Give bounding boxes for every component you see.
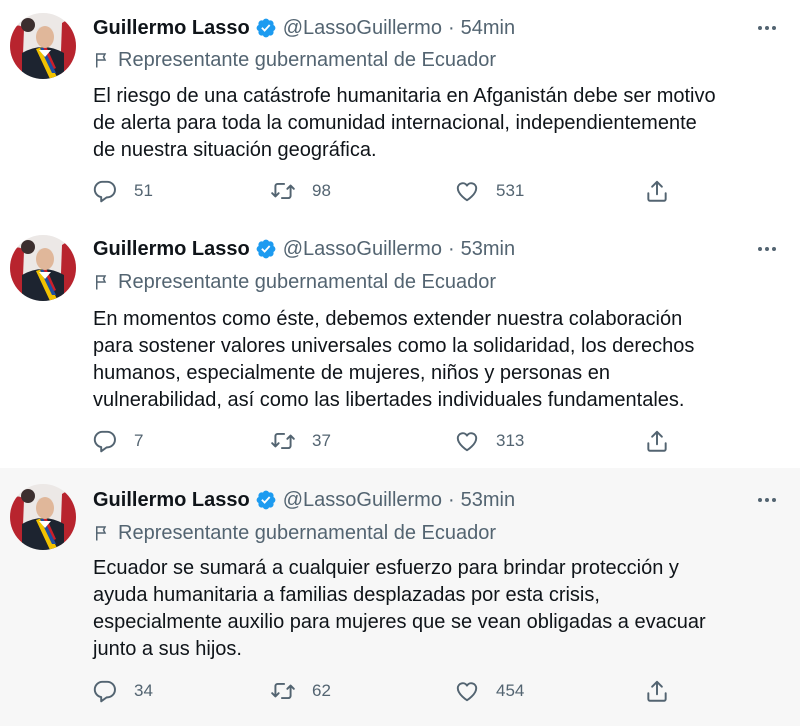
tweet-text-line: de nuestra situación geográfica. <box>93 139 377 161</box>
verified-badge-icon <box>255 17 277 39</box>
like-button[interactable]: 313 <box>454 426 524 456</box>
retweet-icon <box>270 178 296 204</box>
display-name[interactable]: Guillermo Lasso <box>93 238 250 261</box>
account-label-text: Representante gubernamental de Ecuador <box>118 521 497 544</box>
tweet-text-line: humanos, especialmente de mujeres, niños… <box>93 362 610 384</box>
share-icon <box>644 678 670 704</box>
share-button[interactable] <box>644 176 686 206</box>
share-button[interactable] <box>644 426 686 456</box>
user-handle[interactable]: @LassoGuillermo <box>283 238 442 261</box>
more-button[interactable] <box>754 14 780 42</box>
user-handle[interactable]: @LassoGuillermo <box>283 17 442 40</box>
more-button[interactable] <box>754 486 780 514</box>
tweet-actions: 51 98 531 <box>92 176 692 206</box>
share-button[interactable] <box>644 676 686 706</box>
flag-icon <box>93 273 111 291</box>
tweet-text-line: especialmente auxilio para mujeres que s… <box>93 611 706 633</box>
more-button[interactable] <box>754 235 780 263</box>
reply-count: 34 <box>134 681 153 700</box>
account-label[interactable]: Representante gubernamental de Ecuador <box>93 269 496 295</box>
flag-icon <box>93 524 111 542</box>
more-icon <box>755 488 779 512</box>
more-icon <box>755 16 779 40</box>
retweet-count: 37 <box>312 431 331 450</box>
tweet-header: Guillermo Lasso @LassoGuillermo · 53min <box>93 235 515 263</box>
reply-icon <box>92 178 118 204</box>
heart-icon <box>454 178 480 204</box>
tweet-text-line: En momentos como éste, debemos extender … <box>93 308 683 330</box>
timestamp[interactable]: 53min <box>461 238 515 261</box>
reply-button[interactable]: 34 <box>92 676 153 706</box>
like-count: 313 <box>496 431 525 450</box>
tweet-text: El riesgo de una catástrofe humanitaria … <box>93 83 773 164</box>
display-name[interactable]: Guillermo Lasso <box>93 17 250 40</box>
like-count: 454 <box>496 681 525 700</box>
display-name[interactable]: Guillermo Lasso <box>93 489 250 512</box>
account-label-text: Representante gubernamental de Ecuador <box>118 48 497 71</box>
avatar[interactable] <box>10 235 76 301</box>
account-label[interactable]: Representante gubernamental de Ecuador <box>93 47 496 73</box>
account-label-text: Representante gubernamental de Ecuador <box>118 270 497 293</box>
tweet-text-line: ayuda humanitaria a familias desplazadas… <box>93 584 600 606</box>
like-button[interactable]: 531 <box>454 176 524 206</box>
tweet-header: Guillermo Lasso @LassoGuillermo · 54min <box>93 14 515 42</box>
retweet-count: 62 <box>312 681 331 700</box>
retweet-icon <box>270 678 296 704</box>
avatar[interactable] <box>10 13 76 79</box>
tweet-actions: 34 62 454 <box>92 676 692 706</box>
timestamp[interactable]: 53min <box>461 489 515 512</box>
heart-icon <box>454 428 480 454</box>
share-icon <box>644 428 670 454</box>
tweet-text-line: para sostener valores universales como l… <box>93 335 695 357</box>
tweet-text-line: junto a sus hijos. <box>93 638 242 660</box>
verified-badge-icon <box>255 489 277 511</box>
separator-dot: · <box>447 237 455 260</box>
tweet-header: Guillermo Lasso @LassoGuillermo · 53min <box>93 486 515 514</box>
like-count: 531 <box>496 181 525 200</box>
tweet-actions: 7 37 313 <box>92 426 692 456</box>
tweet-text-line: de alerta para toda la comunidad interna… <box>93 112 697 134</box>
like-button[interactable]: 454 <box>454 676 524 706</box>
retweet-button[interactable]: 37 <box>270 426 331 456</box>
verified-badge-icon <box>255 238 277 260</box>
share-icon <box>644 178 670 204</box>
heart-icon <box>454 678 480 704</box>
reply-count: 7 <box>134 431 144 450</box>
account-label[interactable]: Representante gubernamental de Ecuador <box>93 520 496 546</box>
tweet-text-line: Ecuador se sumará a cualquier esfuerzo p… <box>93 557 679 579</box>
tweet-text-line: vulnerabilidad, así como las libertades … <box>93 389 685 411</box>
reply-icon <box>92 678 118 704</box>
reply-button[interactable]: 7 <box>92 426 143 456</box>
tweet-text: Ecuador se sumará a cualquier esfuerzo p… <box>93 555 773 663</box>
flag-icon <box>93 51 111 69</box>
more-icon <box>755 237 779 261</box>
separator-dot: · <box>447 16 455 39</box>
reply-icon <box>92 428 118 454</box>
reply-button[interactable]: 51 <box>92 176 153 206</box>
tweet-text-line: El riesgo de una catástrofe humanitaria … <box>93 85 716 107</box>
retweet-icon <box>270 428 296 454</box>
separator-dot: · <box>447 488 455 511</box>
retweet-count: 98 <box>312 181 331 200</box>
reply-count: 51 <box>134 181 153 200</box>
timestamp[interactable]: 54min <box>461 17 515 40</box>
tweet-text: En momentos como éste, debemos extender … <box>93 306 773 414</box>
avatar[interactable] <box>10 484 76 550</box>
retweet-button[interactable]: 98 <box>270 176 331 206</box>
retweet-button[interactable]: 62 <box>270 676 331 706</box>
user-handle[interactable]: @LassoGuillermo <box>283 489 442 512</box>
